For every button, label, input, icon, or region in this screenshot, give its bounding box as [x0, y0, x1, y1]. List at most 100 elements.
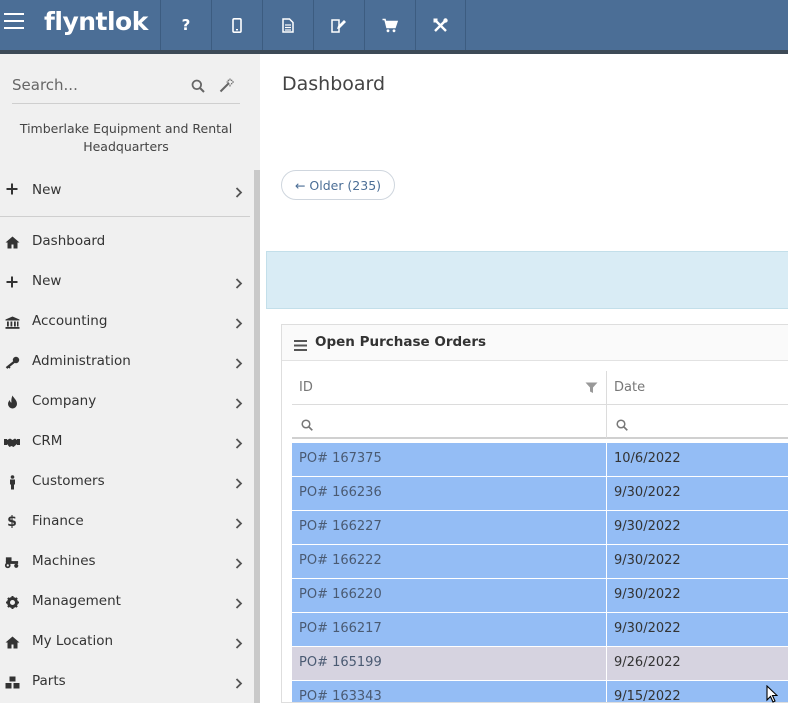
mouse-pointer-icon: [766, 684, 779, 707]
mobile-button[interactable]: [211, 0, 262, 50]
company-line-2: Headquarters: [83, 139, 169, 154]
sidebar-item-parts[interactable]: Parts: [0, 671, 252, 711]
sidebar-item-crm[interactable]: CRM: [0, 431, 252, 471]
sidebar-item-new[interactable]: New: [0, 271, 252, 311]
edit-document-button[interactable]: [313, 0, 364, 50]
sidebar-item-label: New: [32, 273, 62, 289]
id-filter-cell: [292, 405, 607, 439]
chevron-right-icon: [235, 274, 243, 293]
chevron-right-icon: [235, 354, 243, 373]
sidebar-item-label: Machines: [32, 553, 96, 569]
search-icon: [616, 416, 628, 435]
panel-header: Open Purchase Orders: [282, 325, 788, 361]
company-name: Timberlake Equipment and Rental Headquar…: [0, 120, 252, 156]
chevron-right-icon: [235, 434, 243, 453]
sidebar-item-finance[interactable]: $ Finance: [0, 511, 252, 551]
sidebar-item-label: My Location: [32, 633, 114, 649]
po-id-cell: PO# 166227: [292, 511, 607, 544]
help-button[interactable]: ?: [160, 0, 211, 50]
sidebar-item-label: Finance: [32, 513, 84, 529]
bank-icon: [4, 314, 20, 330]
mobile-icon: [232, 17, 242, 33]
table-row[interactable]: PO# 165199 9/26/2022: [292, 647, 788, 681]
column-header-date[interactable]: Date: [607, 371, 788, 405]
sidebar-item-label: Dashboard: [32, 233, 106, 249]
sidebar-item-new-quick[interactable]: New: [0, 178, 252, 218]
column-header-label: Date: [614, 380, 646, 395]
po-date-cell: 9/30/2022: [614, 621, 681, 636]
panel-menu-icon[interactable]: [294, 336, 307, 355]
table-row[interactable]: PO# 166217 9/30/2022: [292, 613, 788, 647]
sidebar-item-management[interactable]: Management: [0, 591, 252, 631]
sidebar-item-label: Accounting: [32, 313, 108, 329]
sidebar-item-administration[interactable]: Administration: [0, 351, 252, 391]
po-id-cell: PO# 166236: [292, 477, 607, 510]
po-id-cell: PO# 166217: [292, 613, 607, 646]
po-date-cell: 9/26/2022: [614, 655, 681, 670]
chevron-right-icon: [235, 183, 243, 202]
chevron-right-icon: [235, 314, 243, 333]
table-row[interactable]: PO# 166227 9/30/2022: [292, 511, 788, 545]
cart-button[interactable]: [364, 0, 415, 50]
sidebar-scrollbar[interactable]: [254, 170, 260, 703]
date-filter-input[interactable]: [633, 412, 773, 427]
menu-toggle-icon[interactable]: [4, 13, 24, 31]
sidebar-item-company[interactable]: Company: [0, 391, 252, 431]
home-icon: [4, 634, 20, 650]
sidebar-item-label: Customers: [32, 473, 105, 489]
document-icon: [282, 17, 294, 33]
tools-icon: [433, 17, 448, 32]
table-row[interactable]: PO# 166220 9/30/2022: [292, 579, 788, 613]
sidebar-item-label: Company: [32, 393, 97, 409]
search-icon: [301, 416, 313, 435]
po-id-cell: PO# 165199: [292, 647, 607, 680]
top-navbar: flyntlok ?: [0, 0, 788, 50]
sidebar-item-dashboard[interactable]: Dashboard: [0, 231, 252, 271]
page-title: Dashboard: [282, 73, 386, 95]
plus-icon: [4, 274, 20, 290]
chevron-right-icon: [235, 594, 243, 613]
tractor-icon: [4, 554, 20, 570]
help-icon: ?: [181, 16, 191, 34]
person-icon: [4, 474, 20, 490]
panel-title: Open Purchase Orders: [315, 334, 487, 350]
search-input[interactable]: [12, 76, 182, 94]
chevron-right-icon: [235, 514, 243, 533]
sidebar: Timberlake Equipment and Rental Headquar…: [0, 54, 260, 703]
po-date-cell: 10/6/2022: [614, 451, 681, 466]
chevron-right-icon: [235, 554, 243, 573]
flame-icon: [4, 394, 20, 410]
document-button[interactable]: [262, 0, 313, 50]
tools-button[interactable]: [415, 0, 466, 50]
column-header-label: ID: [299, 380, 313, 395]
table-row[interactable]: PO# 166222 9/30/2022: [292, 545, 788, 579]
sidebar-item-machines[interactable]: Machines: [0, 551, 252, 591]
dollar-icon: $: [7, 514, 17, 530]
chevron-right-icon: [235, 474, 243, 493]
company-line-1: Timberlake Equipment and Rental: [19, 121, 233, 136]
gear-icon: [4, 594, 20, 610]
po-date-cell: 9/30/2022: [614, 587, 681, 602]
id-filter-input[interactable]: [318, 412, 458, 427]
sidebar-item-my-location[interactable]: My Location: [0, 631, 252, 671]
column-header-id[interactable]: ID: [292, 371, 607, 405]
filter-icon[interactable]: [585, 382, 598, 398]
po-id-cell: PO# 163343: [292, 681, 607, 702]
table-row[interactable]: PO# 167375 10/6/2022: [292, 443, 788, 477]
home-icon: [4, 234, 20, 250]
sidebar-divider: [0, 216, 250, 217]
grid-rows: PO# 167375 10/6/2022 PO# 166236 9/30/202…: [292, 443, 788, 702]
sidebar-menu: Dashboard New Accounting Administration …: [0, 231, 252, 711]
sidebar-item-label: CRM: [32, 433, 63, 449]
po-date-cell: 9/30/2022: [614, 553, 681, 568]
table-row[interactable]: PO# 166236 9/30/2022: [292, 477, 788, 511]
sidebar-item-customers[interactable]: Customers: [0, 471, 252, 511]
sidebar-item-accounting[interactable]: Accounting: [0, 311, 252, 351]
magic-wand-icon[interactable]: [219, 78, 234, 97]
sidebar-item-label: New: [32, 182, 62, 198]
table-row[interactable]: PO# 163343 9/15/2022: [292, 681, 788, 702]
older-button[interactable]: ← Older (235): [281, 170, 395, 200]
key-icon: [4, 354, 20, 370]
search-icon[interactable]: [191, 78, 205, 97]
app-logo[interactable]: flyntlok: [44, 7, 148, 36]
